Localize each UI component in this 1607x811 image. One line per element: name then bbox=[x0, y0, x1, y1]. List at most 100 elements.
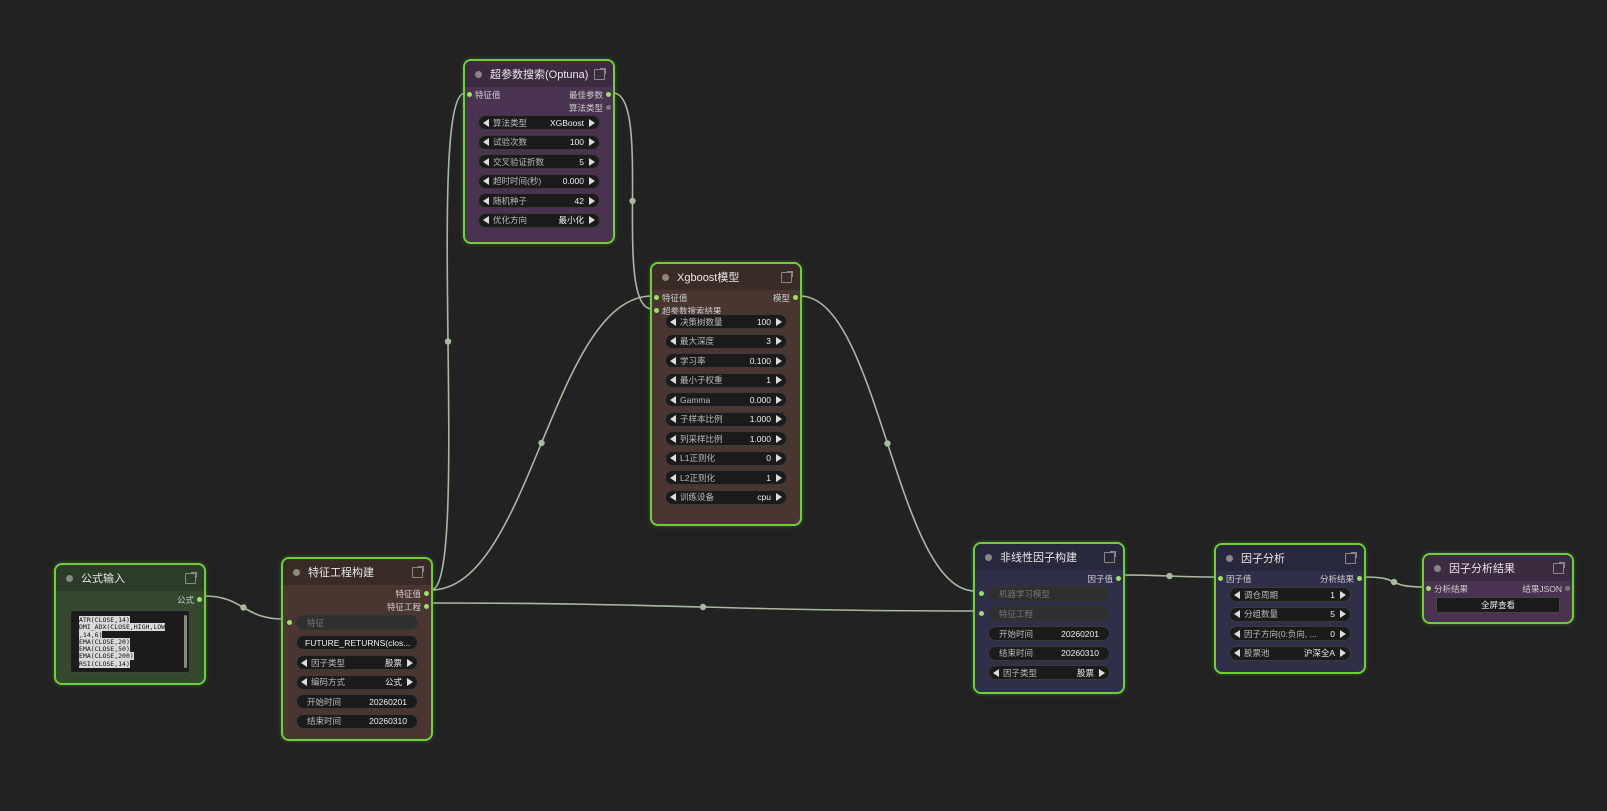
output-port[interactable] bbox=[606, 92, 611, 97]
expand-icon[interactable] bbox=[1345, 551, 1357, 564]
increment-arrow-icon[interactable] bbox=[776, 337, 782, 345]
input-port[interactable] bbox=[979, 591, 984, 596]
param-widget[interactable]: 开始时间 20260201 bbox=[988, 626, 1110, 641]
param-widget[interactable]: L1正则化 0 bbox=[665, 450, 787, 466]
increment-arrow-icon[interactable] bbox=[776, 493, 782, 501]
param-widget[interactable]: 股票池 沪深全A bbox=[1229, 645, 1351, 661]
increment-arrow-icon[interactable] bbox=[407, 678, 413, 686]
node-header[interactable]: 因子分析 bbox=[1216, 545, 1364, 571]
collapse-dot-icon[interactable] bbox=[985, 553, 992, 561]
param-widget[interactable]: 结束时间 20260310 bbox=[296, 713, 418, 729]
param-widget[interactable]: 学习率 0.100 bbox=[665, 353, 787, 368]
output-port[interactable] bbox=[793, 295, 798, 300]
param-widget[interactable]: 结束时间 20260310 bbox=[988, 645, 1110, 661]
increment-arrow-icon[interactable] bbox=[776, 454, 782, 462]
increment-arrow-icon[interactable] bbox=[1340, 649, 1346, 657]
link-midpoint-dot[interactable] bbox=[1390, 578, 1398, 586]
param-widget[interactable]: L2正则化 1 bbox=[665, 470, 787, 485]
node-factor-analysis-result[interactable]: 因子分析结果 分析结果 结果JSON 全屏查看 bbox=[1422, 553, 1574, 624]
param-widget[interactable]: 随机种子 42 bbox=[478, 193, 600, 208]
ml-model-input-widget[interactable]: 机器学习模型 bbox=[979, 586, 1110, 601]
param-widget[interactable]: 因子类型 股票 bbox=[988, 665, 1110, 680]
collapse-dot-icon[interactable] bbox=[1226, 554, 1233, 562]
link-curve[interactable] bbox=[430, 295, 653, 591]
node-factor-analysis[interactable]: 因子分析 因子值 分析结果 调仓周期 1 分组数量 5 因子方向(0:负向, ... 0 股… bbox=[1214, 543, 1366, 674]
link-curve[interactable] bbox=[612, 92, 653, 310]
link-midpoint-dot[interactable] bbox=[629, 197, 636, 205]
node-header[interactable]: 超参数搜索(Optuna) bbox=[465, 61, 613, 87]
node-formula-input[interactable]: 公式输入 公式 ATR(CLOSE,14) DMI_ADX(CLOSE,HIGH,… bbox=[54, 563, 206, 685]
increment-arrow-icon[interactable] bbox=[407, 658, 413, 667]
output-port[interactable] bbox=[1565, 586, 1570, 591]
link-curve[interactable] bbox=[1363, 576, 1425, 588]
link-curve[interactable] bbox=[1122, 574, 1217, 578]
node-optuna-search[interactable]: 超参数搜索(Optuna) 特征值 最佳参数 算法类型 算法类型 XGBoost 试… bbox=[463, 59, 615, 244]
increment-arrow-icon[interactable] bbox=[776, 473, 782, 482]
increment-arrow-icon[interactable] bbox=[776, 376, 782, 384]
link-midpoint-dot[interactable] bbox=[538, 439, 545, 447]
node-nonlinear-factor[interactable]: 非线性因子构建 因子值 机器学习模型 特征工程 开始时间 20260201 结束时间… bbox=[973, 542, 1125, 694]
collapse-dot-icon[interactable] bbox=[662, 273, 669, 281]
output-port[interactable] bbox=[606, 105, 611, 110]
increment-arrow-icon[interactable] bbox=[1099, 668, 1105, 677]
input-port[interactable] bbox=[654, 295, 659, 300]
increment-arrow-icon[interactable] bbox=[1340, 590, 1346, 599]
fullscreen-button[interactable]: 全屏查看 bbox=[1436, 597, 1560, 613]
input-port[interactable] bbox=[467, 92, 472, 97]
input-port[interactable] bbox=[1218, 576, 1223, 581]
param-widget[interactable]: 超时时间(秒) 0.000 bbox=[478, 173, 600, 189]
input-port[interactable] bbox=[1426, 586, 1431, 591]
param-widget[interactable]: 算法类型 XGBoost bbox=[478, 115, 600, 130]
output-port[interactable] bbox=[197, 597, 202, 602]
param-widget[interactable]: 试验次数 100 bbox=[478, 134, 600, 150]
param-widget[interactable]: 训练设备 cpu bbox=[665, 489, 787, 505]
link-midpoint-dot[interactable] bbox=[444, 338, 452, 345]
link-curve[interactable] bbox=[430, 602, 976, 612]
param-widget[interactable]: 子样本比例 1.000 bbox=[665, 411, 787, 427]
node-header[interactable]: 特征工程构建 bbox=[283, 559, 431, 585]
feature-input-widget[interactable]: 特征工程 bbox=[979, 606, 1110, 621]
scrollbar[interactable] bbox=[184, 615, 187, 668]
expand-icon[interactable] bbox=[781, 270, 793, 283]
expand-icon[interactable] bbox=[412, 565, 424, 578]
param-widget[interactable]: 优化方向 最小化 bbox=[478, 212, 600, 228]
collapse-dot-icon[interactable] bbox=[475, 70, 482, 78]
output-port[interactable] bbox=[424, 591, 429, 596]
node-header[interactable]: 因子分析结果 bbox=[1424, 555, 1572, 581]
param-widget[interactable]: 因子方向(0:负向, ... 0 bbox=[1229, 626, 1351, 641]
expand-icon[interactable] bbox=[1104, 550, 1116, 563]
param-widget[interactable]: 调仓周期 1 bbox=[1229, 587, 1351, 602]
param-widget[interactable]: 分组数量 5 bbox=[1229, 606, 1351, 622]
output-port[interactable] bbox=[1357, 576, 1362, 581]
link-curve[interactable] bbox=[430, 92, 466, 591]
link-curve[interactable] bbox=[799, 295, 976, 592]
link-midpoint-dot[interactable] bbox=[240, 604, 247, 611]
node-header[interactable]: Xgboost模型 bbox=[652, 264, 800, 290]
param-widget[interactable]: 编码方式 公式 bbox=[296, 674, 418, 690]
increment-arrow-icon[interactable] bbox=[589, 138, 595, 146]
increment-arrow-icon[interactable] bbox=[1340, 610, 1346, 618]
increment-arrow-icon[interactable] bbox=[589, 118, 595, 127]
link-midpoint-dot[interactable] bbox=[699, 603, 707, 611]
output-port[interactable] bbox=[424, 604, 429, 609]
param-widget[interactable]: 列采样比例 1.000 bbox=[665, 431, 787, 446]
param-widget[interactable]: 交叉验证折数 5 bbox=[478, 154, 600, 169]
input-port[interactable] bbox=[287, 620, 292, 625]
input-port[interactable] bbox=[979, 611, 984, 616]
link-curve[interactable] bbox=[203, 595, 284, 620]
increment-arrow-icon[interactable] bbox=[776, 395, 782, 404]
input-port[interactable] bbox=[654, 308, 659, 313]
increment-arrow-icon[interactable] bbox=[589, 157, 595, 166]
node-xgboost-model[interactable]: Xgboost模型 特征值 模型 超参数搜索结果 决策树数量 100 最大深度 3 学习… bbox=[650, 262, 802, 526]
expand-icon[interactable] bbox=[1553, 561, 1565, 574]
formula-textarea[interactable]: ATR(CLOSE,14) DMI_ADX(CLOSE,HIGH,LOW ,14,6… bbox=[70, 610, 190, 673]
increment-arrow-icon[interactable] bbox=[589, 196, 595, 205]
expand-icon[interactable] bbox=[594, 67, 606, 80]
increment-arrow-icon[interactable] bbox=[776, 317, 782, 326]
expand-icon[interactable] bbox=[185, 571, 197, 584]
formula-value-widget[interactable]: FUTURE_RETURNS(clos... bbox=[296, 635, 418, 650]
increment-arrow-icon[interactable] bbox=[776, 415, 782, 423]
param-widget[interactable]: Gamma 0.000 bbox=[665, 392, 787, 407]
feature-input-widget[interactable]: 特征 bbox=[287, 615, 418, 630]
increment-arrow-icon[interactable] bbox=[776, 356, 782, 365]
